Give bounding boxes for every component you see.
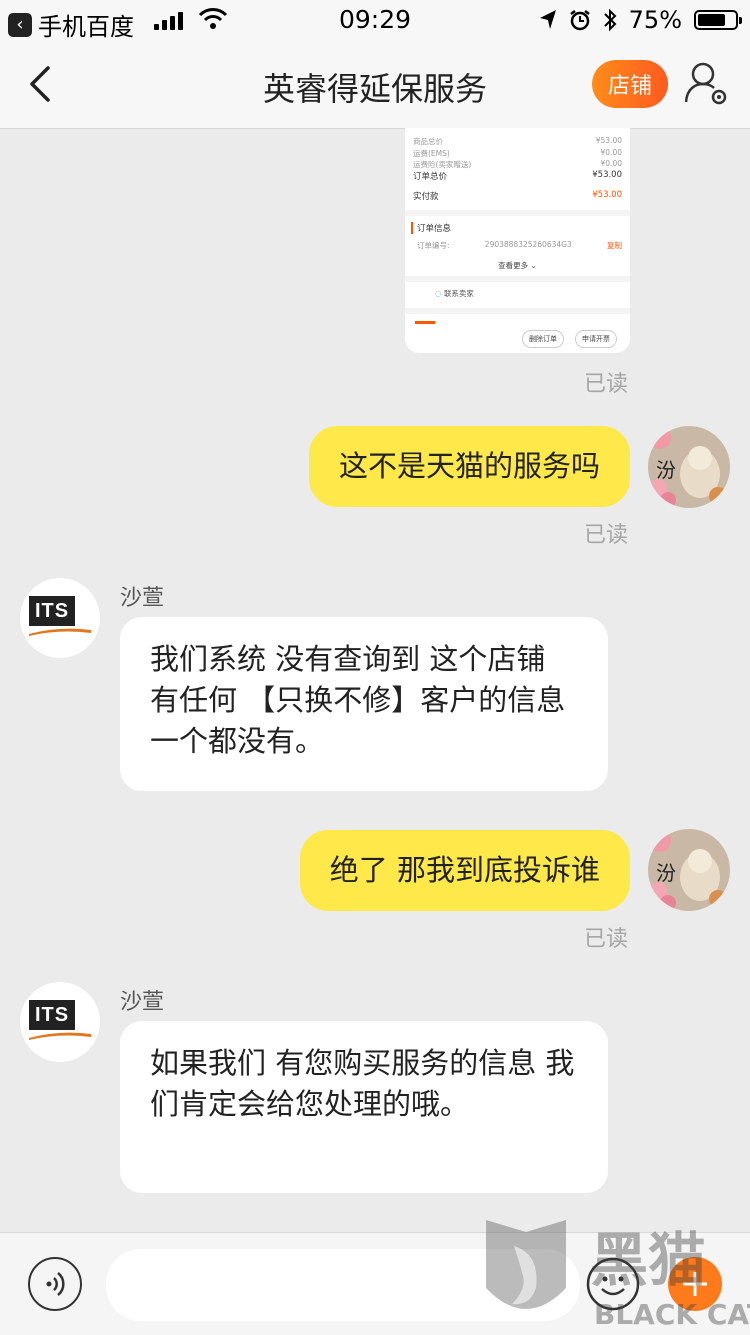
my-avatar[interactable]: 汾 xyxy=(648,829,730,911)
order-screenshot-image[interactable]: 商品总价 ¥53.00 运费(EMS) ¥0.00 运费险(卖家赠送) ¥0.00 订… xyxy=(405,128,630,353)
order-row: 运费(EMS) ¥0.00 xyxy=(413,148,622,158)
divider xyxy=(405,210,630,216)
my-message-bubble[interactable]: 这不是天猫的服务吗 xyxy=(308,426,630,507)
seller-avatar[interactable]: ITS xyxy=(20,578,100,658)
plus-button[interactable] xyxy=(668,1257,722,1311)
logo-swoosh xyxy=(29,1032,91,1040)
its-logo: ITS xyxy=(29,596,91,640)
nav-bar: 英睿得延保服务 店铺 xyxy=(0,40,750,129)
my-avatar[interactable]: 汾 xyxy=(648,426,730,508)
user-settings-icon[interactable] xyxy=(684,60,730,108)
bluetooth-icon xyxy=(603,8,617,32)
order-number-row: 订单编号: 2903888325260634G3 复制 xyxy=(417,240,622,250)
order-row: 商品总价 ¥53.00 xyxy=(413,136,622,146)
battery-icon xyxy=(694,10,742,30)
see-more: 查看更多 ⌄ xyxy=(498,261,537,270)
its-logo: ITS xyxy=(29,1000,91,1044)
read-receipt: 已读 xyxy=(583,927,628,952)
voice-button[interactable] xyxy=(28,1257,82,1311)
order-info-title: 订单信息 xyxy=(411,222,622,234)
seller-message-bubble[interactable]: 如果我们 有您购买服务的信息 我们肯定会给您处理的哦。 xyxy=(120,1021,608,1193)
tab-indicator xyxy=(415,321,435,324)
read-receipt: 已读 xyxy=(583,523,628,548)
logo-swoosh xyxy=(29,628,91,636)
read-receipt: 已读 xyxy=(583,372,628,397)
seller-avatar[interactable]: ITS xyxy=(20,982,100,1062)
battery-level xyxy=(698,14,725,26)
voice-icon xyxy=(46,1272,65,1296)
contact-seller: ◌ 联系卖家 xyxy=(435,289,474,298)
battery-percent: 75% xyxy=(628,6,682,34)
location-arrow-icon xyxy=(539,10,556,29)
delete-order-pill: 删除订单 xyxy=(522,330,564,348)
invoice-pill: 申请开票 xyxy=(575,330,617,348)
order-total-row: 订单总价 ¥53.00 xyxy=(413,170,622,182)
plus-icon xyxy=(683,1272,707,1296)
paid-row: 实付款 ¥53.00 xyxy=(413,190,622,202)
message-input[interactable] xyxy=(106,1249,580,1321)
avatar-char: 汾 xyxy=(656,861,676,885)
input-bar xyxy=(0,1232,750,1335)
emoji-icon[interactable] xyxy=(586,1257,640,1311)
my-message-bubble[interactable]: 绝了 那我到底投诉谁 xyxy=(299,830,630,911)
divider xyxy=(405,276,630,282)
seller-message-bubble[interactable]: 我们系统 没有查询到 这个店铺 有任何 【只换不修】客户的信息 一个都没有。 xyxy=(120,617,608,791)
sender-name: 沙萱 xyxy=(120,990,165,1015)
avatar-char: 汾 xyxy=(656,458,676,482)
status-bar: ‹ 手机百度 09:29 75% xyxy=(0,0,750,41)
chat-icon: ◌ xyxy=(435,289,442,298)
divider xyxy=(405,308,630,314)
shop-button[interactable]: 店铺 xyxy=(592,60,668,108)
sender-name: 沙萱 xyxy=(120,586,165,611)
order-row: 运费险(卖家赠送) ¥0.00 xyxy=(413,159,622,169)
alarm-icon xyxy=(569,10,590,31)
